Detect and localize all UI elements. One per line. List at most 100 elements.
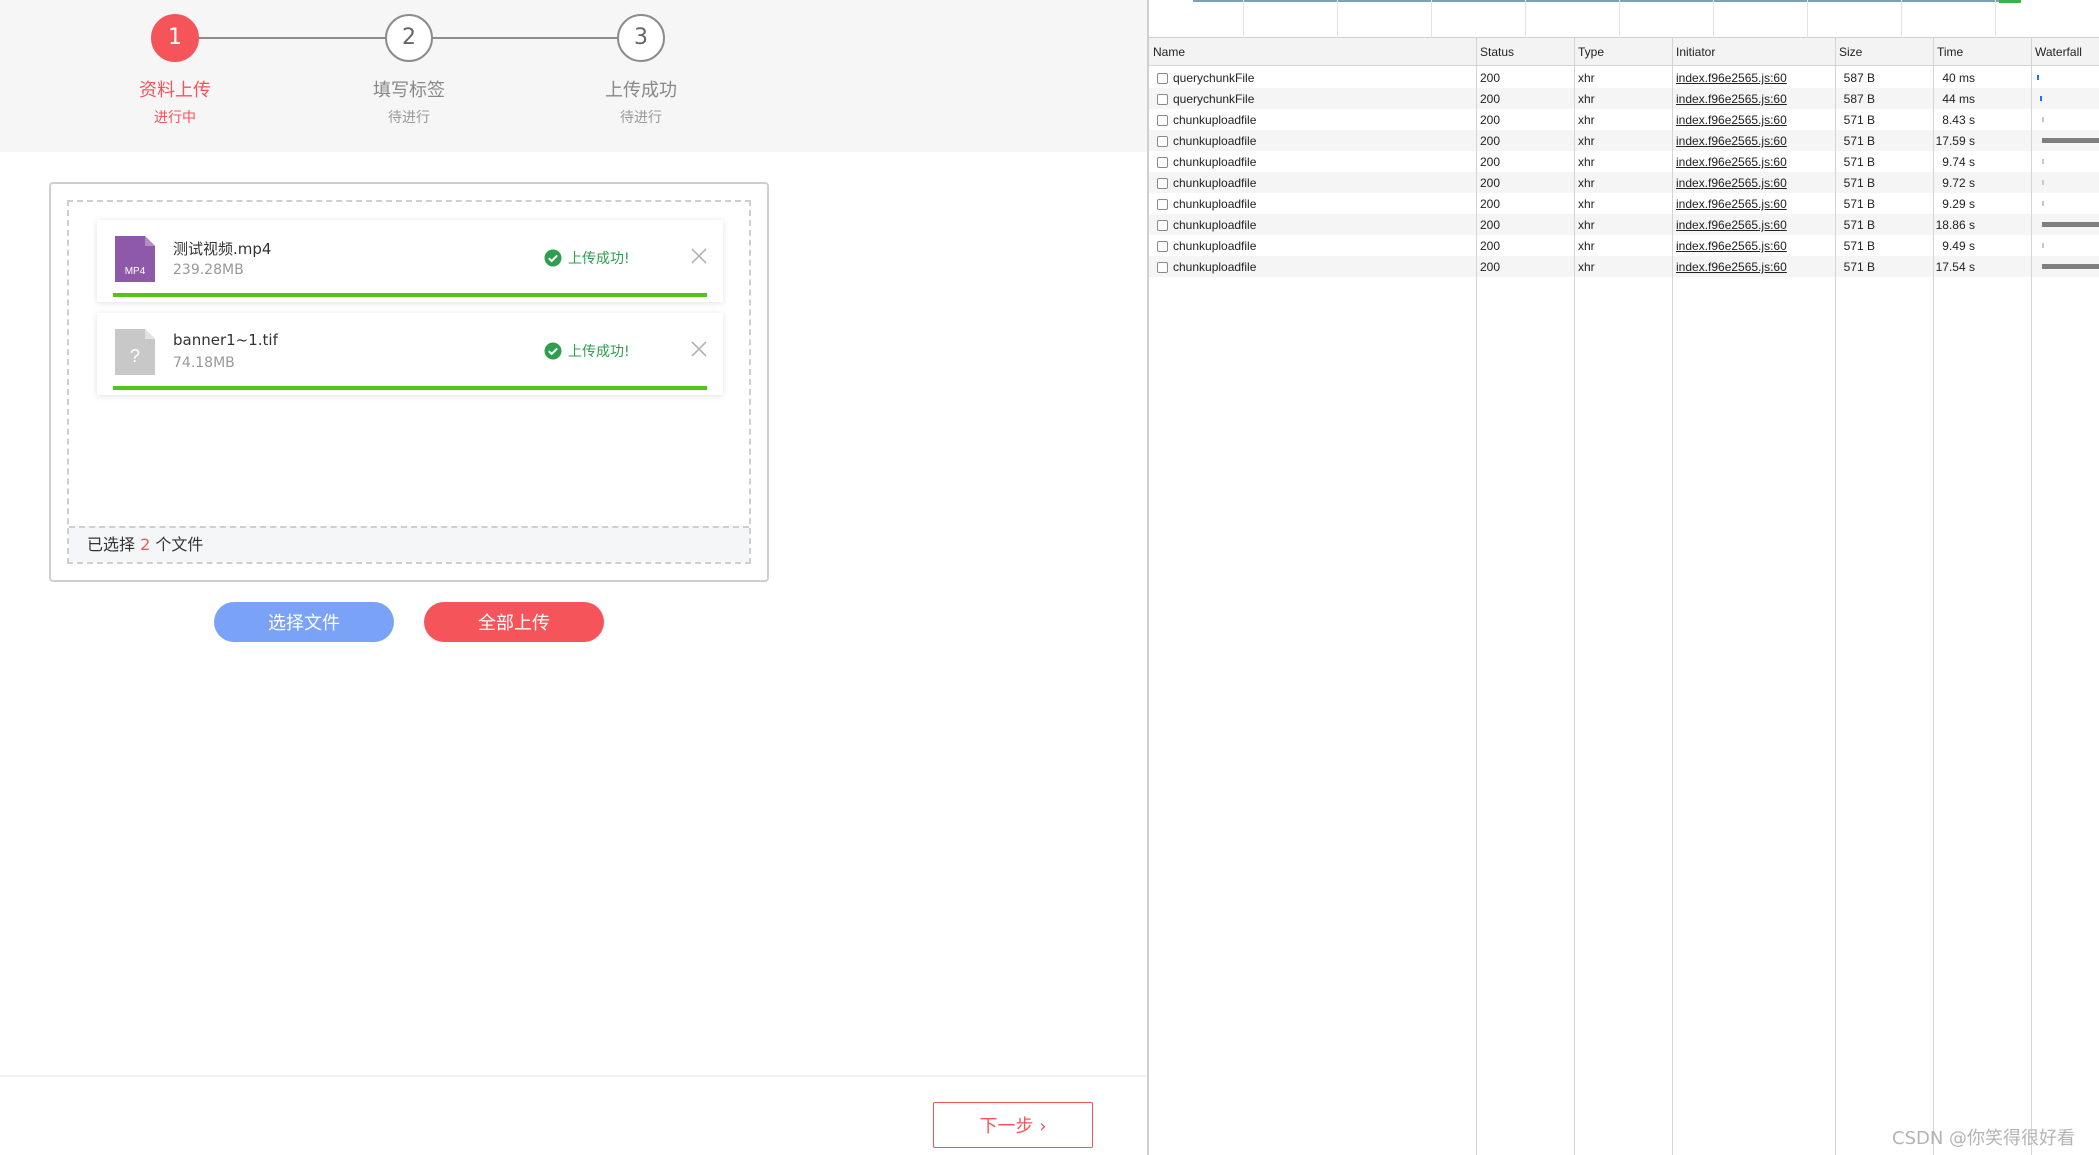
waterfall-bar	[2042, 180, 2044, 185]
cell-status: 200	[1480, 155, 1501, 169]
cell-name: chunkuploadfile	[1173, 218, 1257, 232]
table-row[interactable]: chunkuploadfile 200 xhr index.f96e2565.js:6…	[1149, 214, 2099, 235]
table-row[interactable]: chunkuploadfile 200 xhr index.f96e2565.js:6…	[1149, 151, 2099, 172]
upload-status: 上传成功!	[544, 341, 630, 361]
summary-count: 2	[140, 535, 151, 554]
row-checkbox[interactable]	[1157, 262, 1168, 273]
cell-size: 571 B	[1843, 155, 1875, 169]
waterfall-bar	[2042, 222, 2099, 227]
overview-tick	[1431, 0, 1432, 38]
upload-progress-fill	[113, 293, 707, 297]
close-icon[interactable]	[689, 246, 709, 266]
upload-progress-bar	[113, 386, 707, 390]
row-checkbox[interactable]	[1157, 178, 1168, 189]
cell-name: chunkuploadfile	[1173, 260, 1257, 274]
cell-initiator[interactable]: index.f96e2565.js:60	[1676, 92, 1787, 106]
svg-text:MP4: MP4	[125, 266, 146, 277]
table-row[interactable]: chunkuploadfile 200 xhr index.f96e2565.js:6…	[1149, 235, 2099, 256]
cell-time: 9.49 s	[1942, 239, 1975, 253]
step-3: 3 上传成功 待进行	[541, 14, 741, 127]
cell-initiator[interactable]: index.f96e2565.js:60	[1676, 113, 1787, 127]
row-checkbox[interactable]	[1157, 157, 1168, 168]
table-row[interactable]: chunkuploadfile 200 xhr index.f96e2565.js:6…	[1149, 130, 2099, 151]
column-divider	[1574, 38, 1575, 1155]
cell-size: 587 B	[1843, 92, 1875, 106]
cell-status: 200	[1480, 92, 1501, 106]
unknown-file-icon: ?	[115, 329, 155, 375]
table-row[interactable]: querychunkFile 200 xhr index.f96e2565.js:60…	[1149, 67, 2099, 88]
overview-tick	[1807, 0, 1808, 38]
cell-size: 571 B	[1843, 134, 1875, 148]
step-subtitle: 进行中	[154, 110, 196, 126]
select-files-button[interactable]: 选择文件	[214, 602, 394, 642]
column-header-status[interactable]: Status	[1480, 45, 1514, 59]
success-check-icon	[544, 342, 562, 360]
cell-size: 571 B	[1843, 176, 1875, 190]
row-checkbox[interactable]	[1157, 136, 1168, 147]
table-header: Name Status Type Initiator Size Time Wat…	[1149, 38, 2099, 66]
column-header-initiator[interactable]: Initiator	[1676, 45, 1715, 59]
cell-status: 200	[1480, 239, 1501, 253]
table-row[interactable]: chunkuploadfile 200 xhr index.f96e2565.js:6…	[1149, 193, 2099, 214]
cell-initiator[interactable]: index.f96e2565.js:60	[1676, 239, 1787, 253]
cell-initiator[interactable]: index.f96e2565.js:60	[1676, 176, 1787, 190]
cell-time: 8.43 s	[1942, 113, 1975, 127]
column-header-type[interactable]: Type	[1578, 45, 1604, 59]
cell-type: xhr	[1578, 134, 1595, 148]
table-row[interactable]: chunkuploadfile 200 xhr index.f96e2565.js:6…	[1149, 172, 2099, 193]
cell-name: querychunkFile	[1173, 92, 1255, 106]
table-row[interactable]: chunkuploadfile 200 xhr index.f96e2565.js:6…	[1149, 256, 2099, 277]
file-name: 测试视频.mp4	[173, 240, 272, 258]
column-header-name[interactable]: Name	[1153, 45, 1185, 59]
cell-initiator[interactable]: index.f96e2565.js:60	[1676, 197, 1787, 211]
cell-size: 587 B	[1843, 71, 1875, 85]
cell-status: 200	[1480, 218, 1501, 232]
cell-initiator[interactable]: index.f96e2565.js:60	[1676, 218, 1787, 232]
step-1: 1 资料上传 进行中	[75, 14, 275, 127]
step-number: 3	[617, 14, 665, 62]
column-divider	[1672, 38, 1673, 1155]
success-check-icon	[544, 249, 562, 267]
row-checkbox[interactable]	[1157, 94, 1168, 105]
overview-activity-line	[1193, 0, 2013, 2]
row-checkbox[interactable]	[1157, 220, 1168, 231]
overview-tick	[1901, 0, 1902, 38]
row-checkbox[interactable]	[1157, 115, 1168, 126]
table-row[interactable]: querychunkFile 200 xhr index.f96e2565.js:60…	[1149, 88, 2099, 109]
column-header-size[interactable]: Size	[1839, 45, 1862, 59]
upload-status: 上传成功!	[544, 248, 630, 268]
column-header-time[interactable]: Time	[1937, 45, 1963, 59]
row-checkbox[interactable]	[1157, 73, 1168, 84]
cell-initiator[interactable]: index.f96e2565.js:60	[1676, 71, 1787, 85]
step-2: 2 填写标签 待进行	[309, 14, 509, 127]
step-title: 填写标签	[373, 80, 445, 101]
upload-all-button[interactable]: 全部上传	[424, 602, 604, 642]
close-icon[interactable]	[689, 339, 709, 359]
cell-time: 17.54 s	[1935, 260, 1975, 274]
file-card: MP4 测试视频.mp4 239.28MB 上传成功!	[97, 220, 723, 302]
column-divider	[1933, 38, 1934, 1155]
file-drop-area[interactable]: MP4 测试视频.mp4 239.28MB 上传成功! ? banner1~1.…	[67, 200, 751, 564]
row-checkbox[interactable]	[1157, 199, 1168, 210]
cell-size: 571 B	[1843, 113, 1875, 127]
cell-initiator[interactable]: index.f96e2565.js:60	[1676, 260, 1787, 274]
cell-time: 9.74 s	[1942, 155, 1975, 169]
cell-size: 571 B	[1843, 239, 1875, 253]
step-number: 2	[385, 14, 433, 62]
step-subtitle: 待进行	[388, 110, 430, 126]
step-subtitle: 待进行	[620, 110, 662, 126]
column-header-waterfall[interactable]: Waterfall	[2035, 45, 2082, 59]
row-checkbox[interactable]	[1157, 241, 1168, 252]
cell-status: 200	[1480, 113, 1501, 127]
cell-time: 40 ms	[1942, 71, 1975, 85]
network-request-table: Name Status Type Initiator Size Time Wat…	[1149, 38, 2099, 1155]
upload-status-text: 上传成功!	[568, 344, 630, 360]
cell-initiator[interactable]: index.f96e2565.js:60	[1676, 155, 1787, 169]
cell-time: 9.72 s	[1942, 176, 1975, 190]
table-row[interactable]: chunkuploadfile 200 xhr index.f96e2565.js:6…	[1149, 109, 2099, 130]
column-divider	[1476, 38, 1477, 1155]
cell-initiator[interactable]: index.f96e2565.js:60	[1676, 134, 1787, 148]
next-step-button[interactable]: 下一步 ›	[933, 1102, 1093, 1148]
overview-tick	[1243, 0, 1244, 38]
overview-tick	[1995, 0, 1996, 38]
